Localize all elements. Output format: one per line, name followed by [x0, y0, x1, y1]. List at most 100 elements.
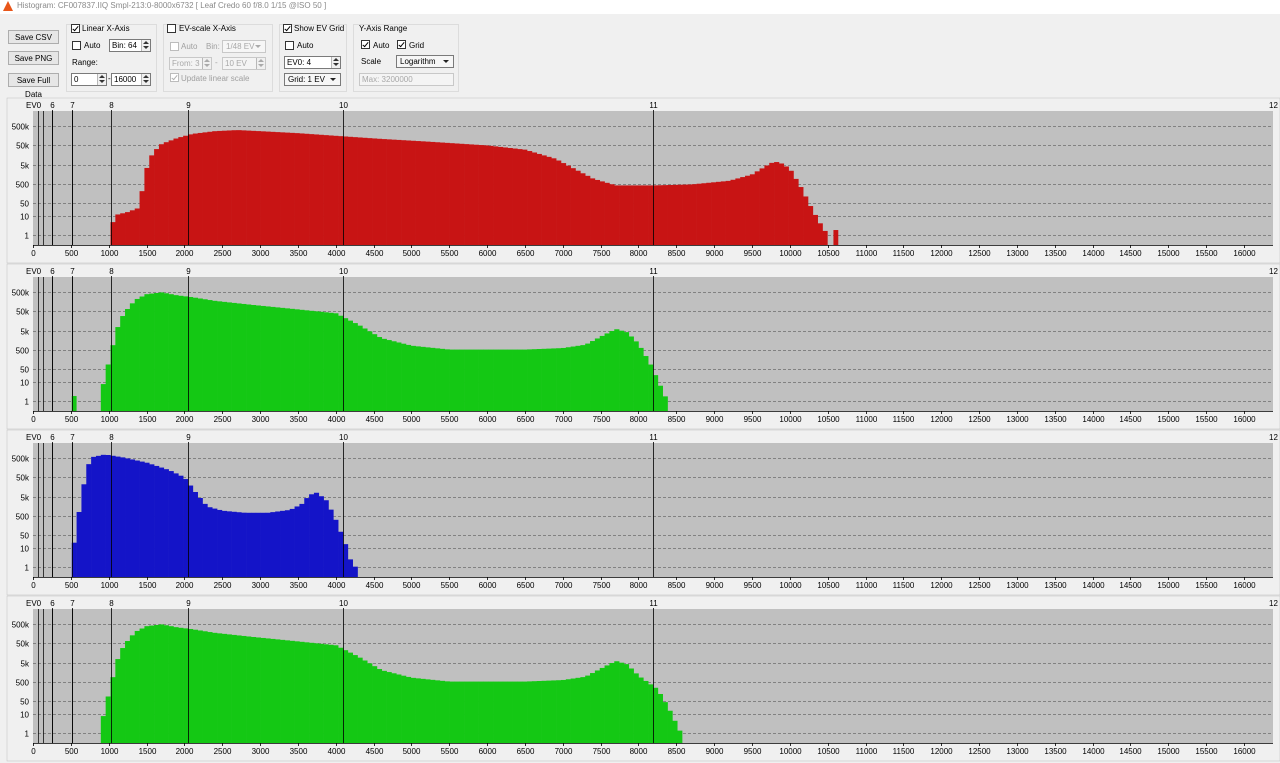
histogram-bar [527, 681, 533, 743]
histogram-bar [202, 631, 208, 743]
histogram-bar [633, 341, 639, 411]
histogram-bar [449, 349, 455, 411]
histogram-bar [275, 307, 281, 411]
x-tick-label: 16000 [1233, 249, 1256, 258]
histogram-bar [299, 641, 305, 743]
histogram-bar [192, 492, 198, 577]
x-tick-label: 12000 [930, 415, 953, 424]
histogram-bar [231, 511, 237, 577]
x-tick-label: 4000 [328, 747, 346, 756]
histogram-bar [740, 177, 746, 245]
histogram-bar [628, 336, 634, 411]
histogram-bar [778, 163, 785, 245]
y-tick-label: 500k [12, 621, 30, 630]
histogram-bar [304, 310, 310, 411]
histogram-bar [749, 174, 756, 245]
histogram-bar [430, 347, 436, 411]
x-tick-label: 15000 [1157, 415, 1180, 424]
histogram-bar [372, 334, 378, 411]
ev-label: 10 [339, 267, 348, 276]
histogram-bar [686, 184, 693, 245]
histogram-bar [328, 644, 334, 743]
histogram-bar [125, 641, 131, 743]
histogram-bar [812, 214, 818, 245]
x-tick-label: 2500 [214, 415, 232, 424]
x-tick-label: 2500 [214, 581, 232, 590]
histogram-bar [226, 130, 232, 245]
histogram-bar [493, 146, 499, 245]
x-tick-label: 1000 [101, 249, 119, 258]
y-tick-label: 1 [25, 232, 30, 241]
histogram-bar [396, 139, 402, 245]
x-tick-label: 12500 [968, 415, 991, 424]
histogram-bar [662, 702, 668, 743]
x-tick-label: 10500 [817, 747, 840, 756]
histogram-bar [129, 635, 136, 743]
x-tick-label: 1500 [139, 249, 157, 258]
x-tick-label: 8500 [668, 249, 686, 258]
x-tick-label: 11500 [893, 249, 915, 258]
x-tick-label: 500 [65, 747, 79, 756]
histogram-bar [604, 182, 610, 245]
histogram-bar [677, 184, 683, 245]
histogram-bar [614, 185, 620, 245]
ev-label: 11 [649, 599, 658, 608]
x-tick-label: 14000 [1082, 249, 1105, 258]
histogram-bar [231, 634, 237, 743]
histogram-bar [420, 678, 426, 743]
x-tick-label: 3500 [290, 249, 308, 258]
x-tick-label: 14000 [1082, 747, 1105, 756]
histogram-bar [333, 313, 339, 411]
histogram-bar [241, 303, 247, 411]
x-tick-label: 500 [65, 415, 79, 424]
histogram-bar [405, 140, 412, 245]
histogram-bar [202, 299, 208, 411]
histogram-bar [415, 678, 421, 743]
ev-label: 6 [50, 599, 55, 608]
histogram-bar [313, 134, 320, 245]
y-tick-label: 1 [25, 730, 30, 739]
histogram-bar [323, 644, 329, 743]
histogram-bar [396, 342, 402, 411]
histogram-bar [76, 511, 82, 577]
histogram-bar [439, 142, 446, 245]
histogram-bar [299, 133, 305, 245]
x-tick-label: 7000 [555, 747, 573, 756]
x-tick-label: 10500 [817, 581, 840, 590]
x-tick-label: 6500 [517, 249, 535, 258]
histogram-bar [270, 638, 276, 743]
histogram-bar [464, 144, 470, 245]
histogram-bar [318, 311, 324, 411]
histogram-bar [207, 300, 213, 411]
histogram-panel-4-green: 1 10 50 500 5k 50k 500k EV0 6 7 8 9 10 11 12 0 500 1000 15… [6, 595, 1280, 762]
histogram-bar [115, 214, 121, 245]
histogram-bar [619, 330, 625, 411]
histogram-bar [638, 185, 644, 245]
x-tick-label: 7500 [593, 747, 611, 756]
histogram-bar [648, 364, 654, 411]
histogram-bar [560, 679, 567, 743]
histogram-bar [183, 628, 189, 743]
x-tick-label: 3500 [290, 415, 308, 424]
histogram-bar [158, 292, 165, 411]
x-tick-label: 14500 [1119, 249, 1142, 258]
histogram-bar [798, 187, 804, 245]
histogram-bar [391, 673, 397, 743]
histogram-bar [609, 662, 615, 743]
histogram-bar [178, 295, 184, 411]
x-tick-label: 11000 [856, 581, 878, 590]
histogram-bar [454, 681, 460, 743]
histogram-bar [546, 348, 552, 411]
histogram-bar [565, 679, 571, 743]
histogram-bar [81, 484, 87, 577]
histogram-bar [478, 145, 484, 245]
histogram-bar [158, 144, 165, 245]
histogram-bar [560, 347, 567, 411]
histogram-bar [522, 149, 528, 245]
histogram-bar [352, 566, 358, 577]
ev-label: 9 [186, 599, 191, 608]
histogram-bar [774, 162, 780, 245]
histogram-bar [788, 170, 794, 245]
histogram-bar [362, 328, 368, 411]
histogram-bar [628, 185, 634, 245]
